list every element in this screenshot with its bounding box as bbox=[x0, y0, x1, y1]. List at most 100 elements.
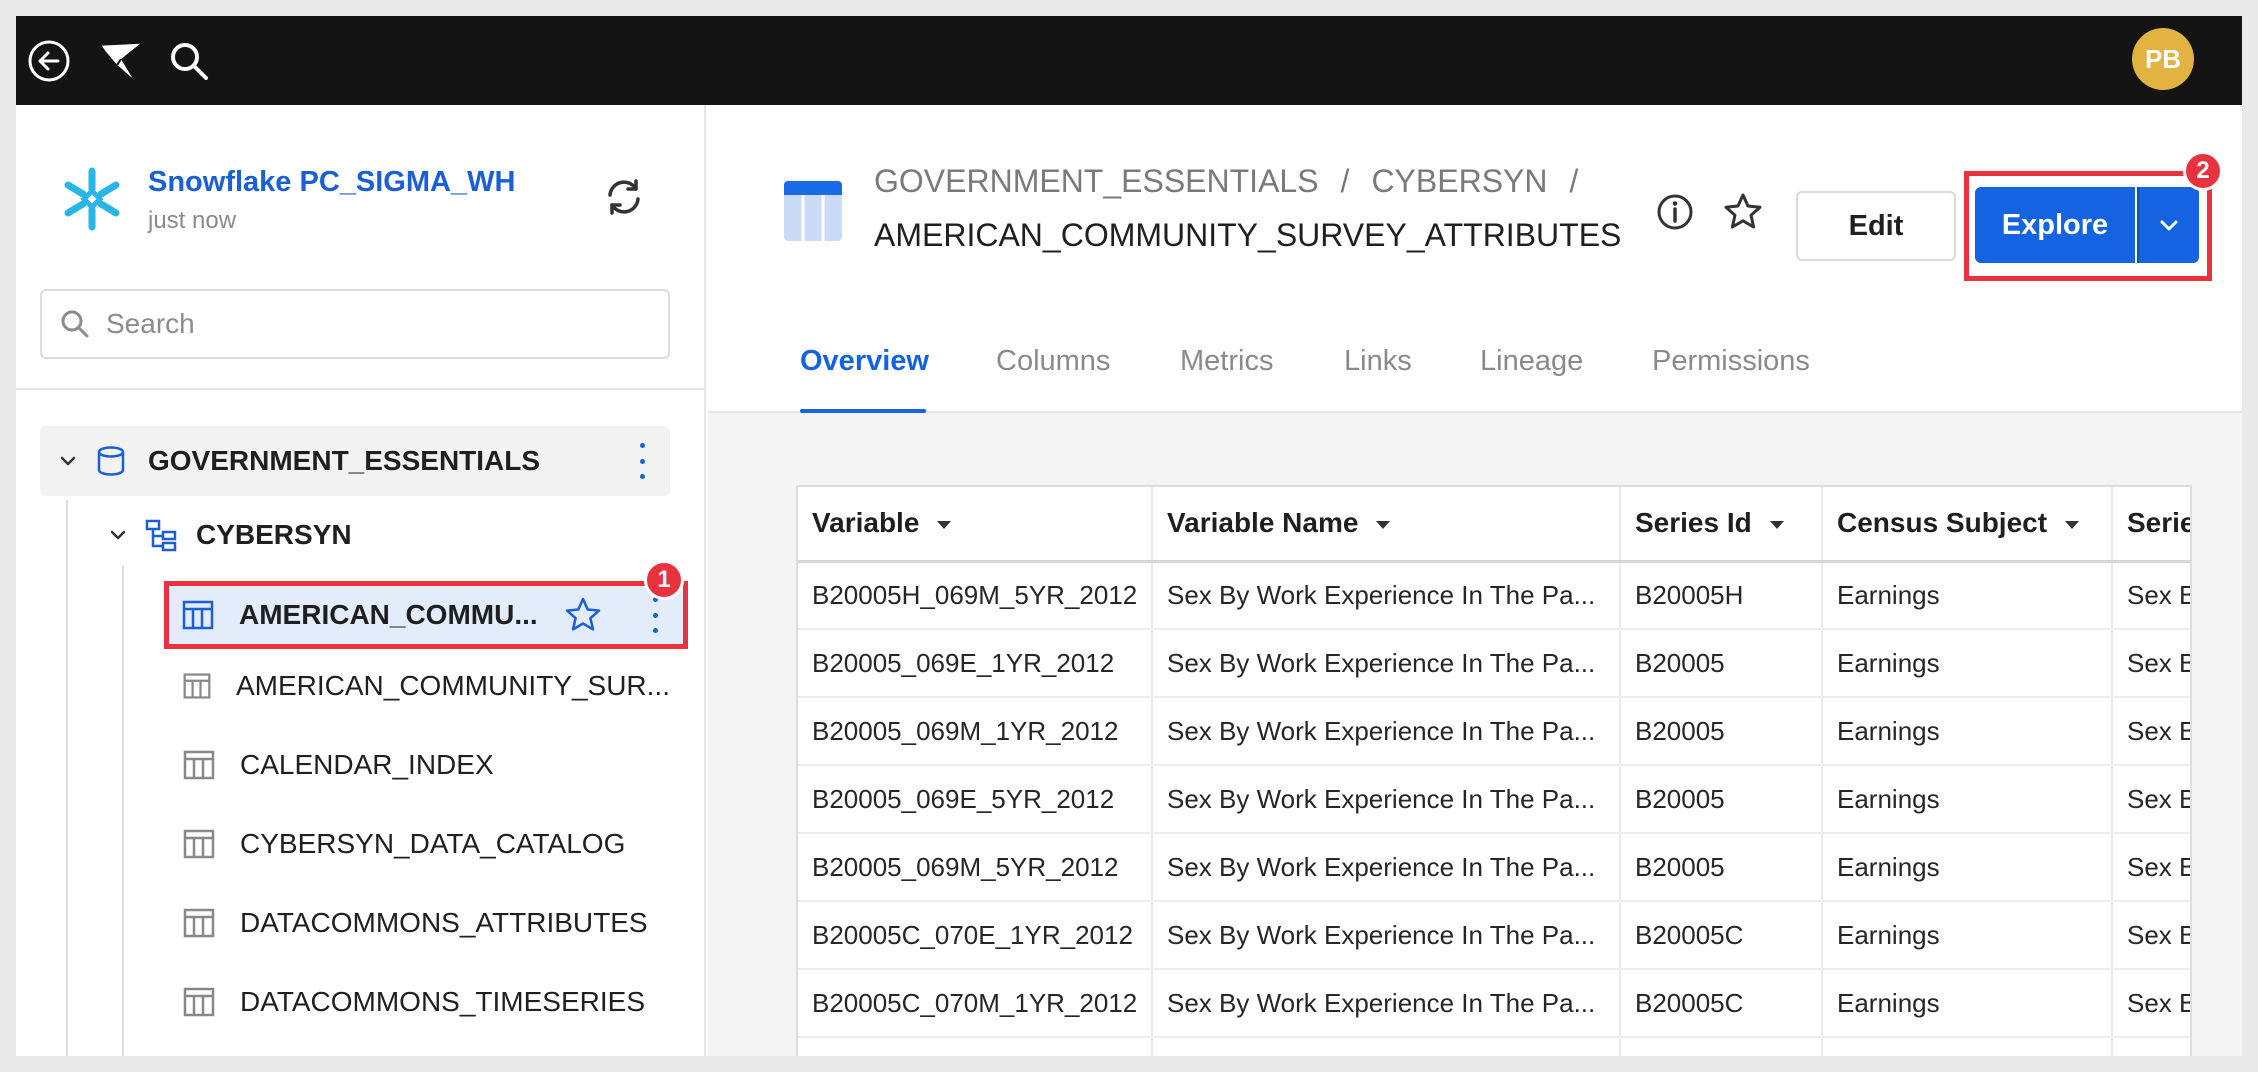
cell-census-subject: Earnings bbox=[1822, 561, 2113, 630]
star-icon[interactable] bbox=[563, 595, 603, 635]
tree-item-table[interactable]: CALENDAR_INDEX bbox=[166, 735, 670, 795]
cell-series-id: B20005C bbox=[1620, 969, 1823, 1038]
table-row[interactable]: B20005_069M_5YR_2012 Sex By Work Experien… bbox=[798, 833, 2190, 902]
search-icon[interactable] bbox=[166, 38, 212, 84]
main-panel: GOVERNMENT_ESSENTIALS / CYBERSYN / AMERICAN… bbox=[708, 105, 2242, 1056]
cell-series: Sex B bbox=[2112, 969, 2190, 1038]
tree-item-table[interactable]: CYBERSYN_DATA_CATALOG bbox=[166, 814, 670, 874]
tree-item-table[interactable]: DATACOMMONS_ATTRIBUTES bbox=[166, 893, 670, 953]
cell-series-id: B20005 bbox=[1620, 697, 1823, 766]
page-header: GOVERNMENT_ESSENTIALS / CYBERSYN / AMERICAN… bbox=[708, 105, 2242, 413]
refresh-icon[interactable] bbox=[602, 175, 646, 219]
connection-name[interactable]: Snowflake PC_SIGMA_WH bbox=[148, 165, 515, 199]
tab-permissions[interactable]: Permissions bbox=[1652, 345, 1810, 378]
table-icon bbox=[182, 600, 214, 630]
tab-lineage[interactable]: Lineage bbox=[1480, 345, 1583, 378]
more-options-icon[interactable] bbox=[632, 443, 652, 479]
table-row[interactable]: B20005_069M_1YR_2012 Sex By Work Experien… bbox=[798, 697, 2190, 766]
cell-series: Sex B bbox=[2112, 765, 2190, 834]
cell-variable-name: Sex By Work Experience In The Pa... bbox=[1152, 969, 1621, 1038]
sigma-logo-icon[interactable] bbox=[98, 38, 144, 84]
tab-overview[interactable]: Overview bbox=[800, 345, 929, 378]
app-window: PB Snowflake PC_SIGMA_WH just now Search… bbox=[16, 16, 2242, 1056]
step-badge-1: 1 bbox=[644, 560, 684, 600]
tree-item-table-selected[interactable]: AMERICAN_COMMU... bbox=[164, 581, 688, 649]
cell-census-subject: Earnings bbox=[1822, 901, 2113, 970]
search-icon bbox=[61, 310, 89, 338]
database-icon bbox=[97, 446, 125, 476]
table-label: CYBERSYN_DATA_CATALOG bbox=[240, 828, 626, 859]
star-icon[interactable] bbox=[1722, 191, 1764, 233]
avatar[interactable]: PB bbox=[2132, 28, 2194, 90]
table-icon bbox=[183, 673, 211, 699]
sort-caret-icon[interactable] bbox=[1769, 520, 1784, 529]
tab-columns[interactable]: Columns bbox=[996, 345, 1110, 378]
cell-variable-name: Sex By Work Experience In The Pa... bbox=[1152, 697, 1621, 766]
chevron-down-icon[interactable] bbox=[58, 451, 78, 471]
tree-item-schema[interactable]: CYBERSYN bbox=[108, 505, 352, 565]
sidebar: Snowflake PC_SIGMA_WH just now GOVERNMEN… bbox=[16, 105, 706, 1056]
table-row[interactable] bbox=[798, 1037, 2190, 1056]
column-header-variable[interactable]: Variable bbox=[798, 487, 1153, 563]
cell-variable-name: Sex By Work Experience In The Pa... bbox=[1152, 901, 1621, 970]
sort-caret-icon[interactable] bbox=[937, 520, 952, 529]
tree-item-database[interactable]: GOVERNMENT_ESSENTIALS bbox=[40, 426, 670, 496]
table-large-icon bbox=[784, 181, 842, 241]
search-box[interactable] bbox=[40, 289, 670, 359]
cell-series-id: B20005 bbox=[1620, 833, 1823, 902]
column-header-census-subject[interactable]: Census Subject bbox=[1822, 487, 2113, 563]
cell-series: Sex B bbox=[2112, 697, 2190, 766]
cell-series: Sex B bbox=[2112, 901, 2190, 970]
sort-caret-icon[interactable] bbox=[2065, 520, 2080, 529]
column-header-series-id[interactable]: Series Id bbox=[1620, 487, 1823, 563]
edit-button[interactable]: Edit bbox=[1796, 191, 1956, 261]
cell-census-subject bbox=[1822, 1037, 2113, 1056]
database-label: GOVERNMENT_ESSENTIALS bbox=[148, 445, 541, 476]
table-icon bbox=[183, 750, 215, 780]
explore-dropdown-button[interactable] bbox=[2137, 187, 2199, 263]
breadcrumb-schema[interactable]: CYBERSYN bbox=[1371, 163, 1547, 199]
cell-variable-name bbox=[1152, 1037, 1621, 1056]
explore-button[interactable]: Explore bbox=[1975, 187, 2135, 263]
back-icon[interactable] bbox=[26, 38, 72, 84]
cell-series: Sex B bbox=[2112, 629, 2190, 698]
table-row[interactable]: B20005C_070E_1YR_2012 Sex By Work Experie… bbox=[798, 901, 2190, 970]
table-row[interactable]: B20005_069E_5YR_2012 Sex By Work Experien… bbox=[798, 765, 2190, 834]
table-header-row: Variable Variable Name Series Id Census … bbox=[798, 487, 2190, 563]
cell-variable: B20005C_070E_1YR_2012 bbox=[798, 901, 1153, 970]
top-bar: PB bbox=[16, 16, 2242, 105]
cell-census-subject: Earnings bbox=[1822, 833, 2113, 902]
cell-variable-name: Sex By Work Experience In The Pa... bbox=[1152, 561, 1621, 630]
tab-metrics[interactable]: Metrics bbox=[1180, 345, 1273, 378]
cell-variable-name: Sex By Work Experience In The Pa... bbox=[1152, 833, 1621, 902]
cell-series bbox=[2112, 1037, 2190, 1056]
info-icon[interactable] bbox=[1654, 191, 1696, 233]
cell-variable: B20005H_069M_5YR_2012 bbox=[798, 561, 1153, 630]
table-row[interactable]: B20005C_070M_1YR_2012 Sex By Work Experie… bbox=[798, 969, 2190, 1038]
cell-variable-name: Sex By Work Experience In The Pa... bbox=[1152, 629, 1621, 698]
search-input[interactable] bbox=[106, 308, 626, 340]
tab-links[interactable]: Links bbox=[1344, 345, 1412, 378]
column-header-series[interactable]: Serie bbox=[2112, 487, 2190, 563]
table-icon bbox=[183, 829, 215, 859]
tree-item-table[interactable]: AMERICAN_COMMUNITY_SUR... bbox=[166, 656, 670, 716]
cell-census-subject: Earnings bbox=[1822, 765, 2113, 834]
breadcrumb-database[interactable]: GOVERNMENT_ESSENTIALS bbox=[874, 163, 1319, 199]
cell-census-subject: Earnings bbox=[1822, 697, 2113, 766]
connection-header: Snowflake PC_SIGMA_WH just now bbox=[58, 165, 515, 235]
tree-item-table[interactable]: DATACOMMONS_TIMESERIES bbox=[166, 972, 670, 1032]
data-grid: Variable Variable Name Series Id Census … bbox=[796, 485, 2192, 1056]
table-row[interactable]: B20005H_069M_5YR_2012 Sex By Work Experie… bbox=[798, 561, 2190, 630]
cell-variable: B20005_069E_1YR_2012 bbox=[798, 629, 1153, 698]
table-icon bbox=[183, 987, 215, 1017]
table-label: AMERICAN_COMMU... bbox=[239, 599, 538, 630]
sort-caret-icon[interactable] bbox=[1376, 520, 1391, 529]
chevron-down-icon bbox=[2160, 220, 2178, 231]
table-row[interactable]: B20005_069E_1YR_2012 Sex By Work Experien… bbox=[798, 629, 2190, 698]
cell-series-id: B20005 bbox=[1620, 765, 1823, 834]
more-options-icon[interactable] bbox=[645, 597, 665, 633]
cell-variable: B20005_069M_1YR_2012 bbox=[798, 697, 1153, 766]
schema-icon bbox=[145, 519, 177, 552]
column-header-variable-name[interactable]: Variable Name bbox=[1152, 487, 1621, 563]
chevron-down-icon[interactable] bbox=[108, 525, 128, 545]
